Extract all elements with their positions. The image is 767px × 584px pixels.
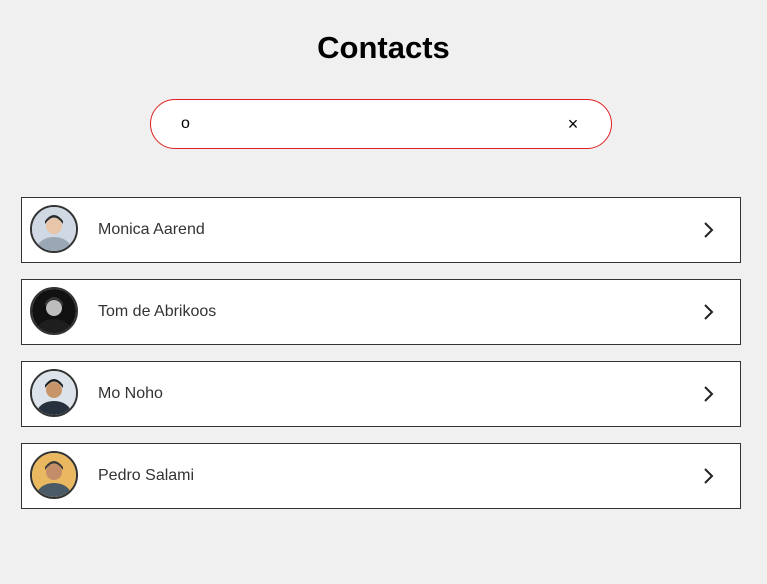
avatar [30, 451, 78, 499]
chevron-right-icon [704, 468, 714, 484]
contact-name: Monica Aarend [98, 221, 205, 238]
chevron-right-icon [704, 222, 714, 238]
search-box[interactable]: × [150, 99, 612, 149]
contact-name: Tom de Abrikoos [98, 303, 217, 320]
contact-name: Mo Noho [98, 385, 163, 402]
page-title: Contacts [317, 30, 450, 65]
contact-name: Pedro Salami [98, 467, 195, 484]
contacts-page: Contacts × Monica Aarend [0, 0, 767, 584]
person-photo-icon [32, 207, 76, 251]
search-input[interactable] [181, 112, 541, 136]
person-photo-icon [32, 453, 76, 497]
person-photo-icon [32, 371, 76, 415]
contact-row[interactable]: Pedro Salami [21, 443, 741, 509]
contact-row[interactable]: Monica Aarend [21, 197, 741, 263]
chevron-right-icon [704, 304, 714, 320]
person-photo-icon [32, 289, 76, 333]
chevron-right-icon [704, 386, 714, 402]
avatar [30, 287, 78, 335]
contact-row[interactable]: Mo Noho [21, 361, 741, 427]
avatar [30, 369, 78, 417]
contact-list: Monica Aarend Tom de Abrikoos Mo Noho Pe… [21, 197, 741, 525]
avatar [30, 205, 78, 253]
contact-row[interactable]: Tom de Abrikoos [21, 279, 741, 345]
clear-search-icon[interactable]: × [563, 114, 583, 134]
